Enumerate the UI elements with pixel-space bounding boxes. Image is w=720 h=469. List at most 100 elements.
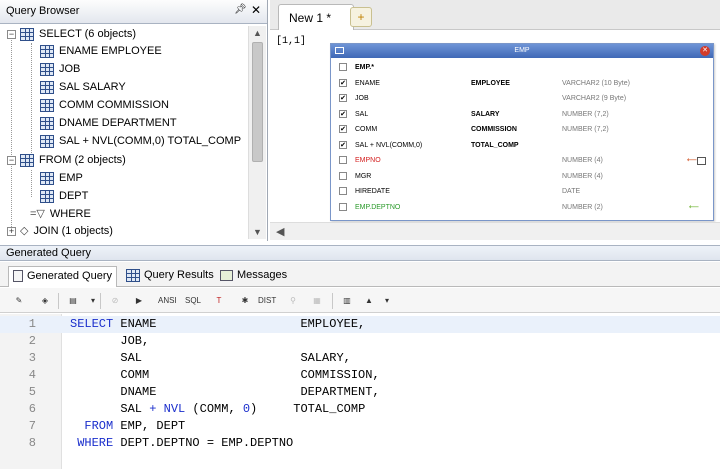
column-checkbox[interactable]: ✔ xyxy=(339,140,347,149)
t-button[interactable]: T xyxy=(210,292,228,310)
emp-window-title: EMP xyxy=(514,47,530,54)
code-line[interactable]: 8 WHERE DEPT.DEPTNO = EMP.DEPTNO xyxy=(0,435,720,452)
editor-tabbar: New 1 * + xyxy=(270,0,720,30)
column-icon xyxy=(40,99,54,112)
close-icon[interactable]: ✕ xyxy=(251,3,261,17)
column-checkbox[interactable] xyxy=(339,171,347,180)
emp-column-row[interactable]: ✔ ENAME EMPLOYEE VARCHAR2 (10 Byte) xyxy=(331,76,713,92)
column-alias: EMPLOYEE xyxy=(471,79,510,87)
emp-column-row[interactable]: ✔ SAL SALARY NUMBER (7,2) xyxy=(331,107,713,123)
table-icon xyxy=(20,154,34,167)
hat-icon[interactable]: ▲ xyxy=(360,292,378,310)
column-checkbox[interactable] xyxy=(339,156,347,164)
query-browser-title: Query Browser xyxy=(6,5,80,17)
tree-node-column[interactable]: DNAME DEPARTMENT xyxy=(40,115,177,132)
collapse-toggle[interactable]: − xyxy=(7,156,16,165)
canvas-hscrollbar[interactable]: ◀ xyxy=(270,222,720,240)
sql-keyword: FROM xyxy=(70,419,121,433)
sql-token: COMM COMMISSION, xyxy=(70,368,380,382)
emp-table-window[interactable]: EMP ✕ EMP.* ✔ ENAME EMPLOYEE VARCHAR2 (10 By… xyxy=(330,43,714,221)
sql-button[interactable]: SQL xyxy=(184,292,202,310)
window-menu-icon[interactable] xyxy=(335,47,344,54)
new-tab-button[interactable]: + xyxy=(350,7,372,27)
code-line[interactable]: 7 FROM EMP, DEPT xyxy=(0,418,720,435)
scroll-up-icon[interactable]: ▲ xyxy=(253,28,262,38)
sql-editor[interactable]: 1 SELECT ENAME EMPLOYEE, 2 JOB, 3 SAL SALAR… xyxy=(0,314,720,469)
code-line[interactable]: 6 SAL + NVL (COMM, 0) TOTAL_COMP xyxy=(0,401,720,418)
tree-node-column[interactable]: SAL SALARY xyxy=(40,79,126,96)
code-line[interactable]: 4 COMM COMMISSION, xyxy=(0,367,720,384)
sql-keyword: + NVL xyxy=(149,402,186,416)
designer-canvas[interactable]: [1,1] EMP ✕ EMP.* ✔ ENAME EMPLOYEE VARCHAR2 … xyxy=(270,31,720,221)
emp-column-row[interactable]: MGR NUMBER (4) xyxy=(331,169,713,185)
column-checkbox[interactable]: ✔ xyxy=(339,125,347,133)
dist-button[interactable]: DIST xyxy=(258,292,276,310)
column-alias: SALARY xyxy=(471,110,500,118)
code-line[interactable]: 5 DNAME DEPARTMENT, xyxy=(0,384,720,401)
tab-new-1[interactable]: New 1 * xyxy=(278,4,354,30)
tree-node-column[interactable]: JOB xyxy=(40,61,80,78)
code-text: SAL SALARY, xyxy=(70,350,350,367)
edit-icon[interactable]: ✎ xyxy=(10,292,28,310)
emp-column-row[interactable]: ✔ SAL + NVL(COMM,0) TOTAL_COMP xyxy=(331,138,713,154)
code-line[interactable]: 2 JOB, xyxy=(0,333,720,350)
tab-generated-query[interactable]: Generated Query xyxy=(8,266,117,287)
asterisk-icon[interactable]: ✱ xyxy=(236,292,254,310)
tab-label: New 1 * xyxy=(289,11,332,25)
sql-token: ) TOTAL_COMP xyxy=(250,402,366,416)
tree-node-join[interactable]: ◇ JOIN (1 objects) xyxy=(20,223,113,239)
link-icon[interactable]: ⊘ xyxy=(106,292,124,310)
close-icon[interactable]: ✕ xyxy=(700,46,710,56)
tree-node-column[interactable]: ENAME EMPLOYEE xyxy=(40,43,162,60)
emp-column-row[interactable]: ✔ COMM COMMISSION NUMBER (7,2) xyxy=(331,122,713,138)
dropdown-icon[interactable]: ▾ xyxy=(378,292,396,310)
tree-node-from[interactable]: FROM (2 objects) xyxy=(20,152,126,169)
sql-token: (COMM, xyxy=(185,402,243,416)
tree-node-where[interactable]: =▽ WHERE xyxy=(30,206,91,223)
sql-token: DNAME DEPARTMENT, xyxy=(70,385,380,399)
tree-node-table[interactable]: EMP xyxy=(40,170,83,187)
sql-token: EMP, DEPT xyxy=(120,419,186,433)
tab-messages[interactable]: Messages xyxy=(216,266,291,287)
scrollbar-thumb[interactable] xyxy=(252,42,263,162)
collapse-toggle[interactable]: − xyxy=(7,30,16,39)
code-line[interactable]: 1 SELECT ENAME EMPLOYEE, xyxy=(0,316,720,333)
tab-query-results[interactable]: Query Results xyxy=(122,266,218,287)
column-checkbox[interactable]: ✔ xyxy=(339,94,347,102)
expand-toggle[interactable]: + xyxy=(7,227,16,236)
scroll-down-icon[interactable]: ▼ xyxy=(253,227,262,237)
tree-node-select[interactable]: SELECT (6 objects) xyxy=(20,26,136,43)
code-text: SAL + NVL (COMM, 0) TOTAL_COMP xyxy=(70,401,365,418)
column-datatype: VARCHAR2 (9 Byte) xyxy=(562,95,627,102)
filter-icon[interactable]: ⚲ xyxy=(284,292,302,310)
run-icon[interactable]: ▶ xyxy=(130,292,148,310)
column-name: EMP.* xyxy=(355,64,374,71)
column-checkbox[interactable] xyxy=(339,63,347,71)
filter-icon: =▽ xyxy=(30,208,45,220)
tree-node-table[interactable]: DEPT xyxy=(40,188,88,205)
group-icon[interactable]: ▦ xyxy=(308,292,326,310)
column-checkbox[interactable]: ✔ xyxy=(339,78,347,87)
tree-node-column[interactable]: SAL + NVL(COMM,0) TOTAL_COMP xyxy=(40,133,241,150)
emp-window-titlebar[interactable]: EMP ✕ xyxy=(331,44,713,58)
emp-column-row[interactable]: EMP.DEPTNO NUMBER (2) ⟵ xyxy=(331,200,713,216)
document-icon xyxy=(13,270,23,283)
layout-icon[interactable]: ▥ xyxy=(338,292,356,310)
emp-column-row[interactable]: EMP.* xyxy=(331,60,713,76)
column-checkbox[interactable]: ✔ xyxy=(339,109,347,118)
ansi-button[interactable]: ANSI xyxy=(158,292,177,310)
scroll-left-icon[interactable]: ◀ xyxy=(276,225,284,238)
code-text: SELECT ENAME EMPLOYEE, xyxy=(70,316,365,333)
tab-label: Query Results xyxy=(144,269,214,281)
column-checkbox[interactable] xyxy=(339,202,347,211)
pin-icon[interactable]: 📌︎ xyxy=(234,4,247,15)
format-sql-icon[interactable]: ▤ xyxy=(64,292,82,310)
tree-scrollbar[interactable]: ▲ ▼ xyxy=(248,26,266,239)
column-checkbox[interactable] xyxy=(339,187,347,195)
tree-node-column[interactable]: COMM COMMISSION xyxy=(40,97,169,114)
emp-column-row[interactable]: EMPNO NUMBER (4) ⟵ xyxy=(331,153,713,169)
code-line[interactable]: 3 SAL SALARY, xyxy=(0,350,720,367)
emp-column-row[interactable]: HIREDATE DATE xyxy=(331,184,713,200)
emp-column-row[interactable]: ✔ JOB VARCHAR2 (9 Byte) xyxy=(331,91,713,107)
format-icon[interactable]: ◈ xyxy=(36,292,54,310)
